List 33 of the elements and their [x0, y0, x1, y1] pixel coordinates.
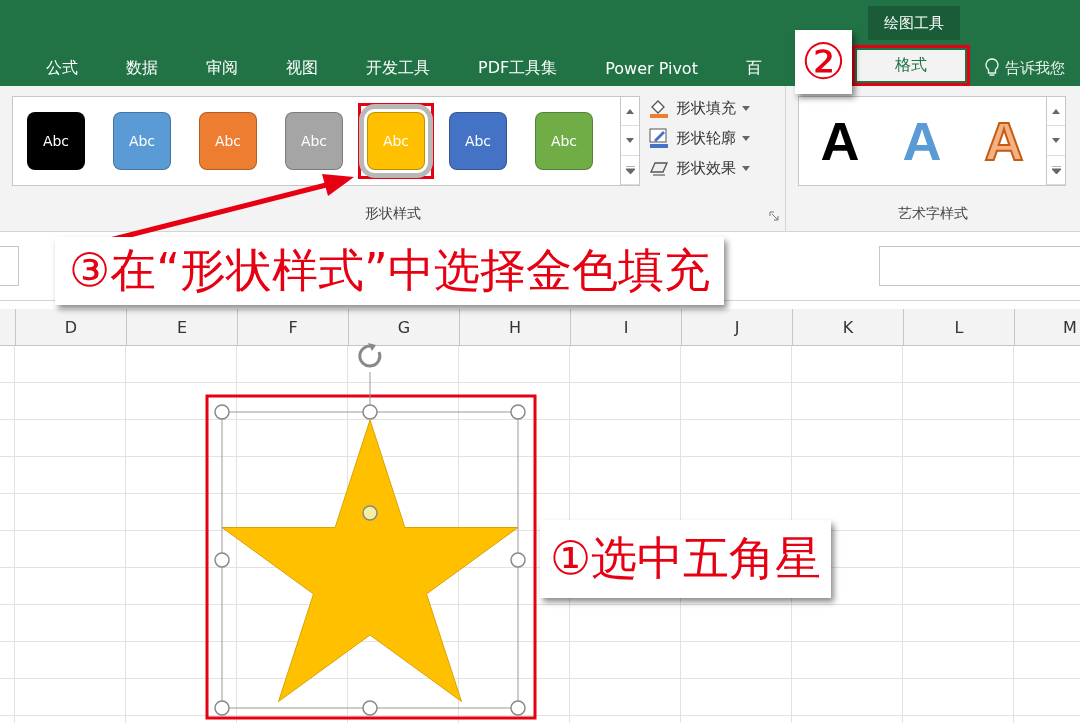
column-header[interactable]: J [682, 309, 793, 345]
ribbon-command[interactable]: 形状填充 [648, 98, 750, 118]
ribbon-tab[interactable]: PDF工具集 [454, 50, 582, 86]
callout-label: ② [795, 30, 852, 94]
column-header[interactable]: K [793, 309, 904, 345]
ribbon-tab[interactable]: Power Pivot [581, 50, 722, 86]
column-header[interactable]: M [1015, 309, 1080, 345]
shape-style-swatch[interactable]: Abc [27, 112, 85, 170]
shape-style-swatch[interactable]: Abc [449, 112, 507, 170]
column-header[interactable]: L [904, 309, 1015, 345]
ribbon-tab[interactable]: 数据 [102, 50, 182, 86]
wordart-sample[interactable]: A [902, 110, 942, 172]
ribbon-tab[interactable]: 公式 [22, 50, 102, 86]
tell-me-field[interactable]: 告诉我您 [1005, 58, 1065, 78]
callout-label: ①选中五角星 [540, 520, 832, 598]
group-label: 形状样式 [364, 205, 421, 221]
ribbon-command[interactable]: 形状轮廓 [648, 128, 750, 148]
shape-style-swatch[interactable]: Abc [113, 112, 171, 170]
column-header[interactable]: I [571, 309, 682, 345]
callout-label: ③在“形状样式”中选择金色填充 [55, 237, 724, 305]
ribbon-tab[interactable]: 百 [721, 50, 786, 86]
ribbon-tab[interactable]: 视图 [262, 50, 342, 86]
wordart-sample[interactable]: A [820, 110, 860, 172]
ribbon-tab[interactable]: 开发工具 [342, 50, 454, 86]
ribbon-tab[interactable]: 审阅 [182, 50, 262, 86]
ribbon-command[interactable]: 形状效果 [648, 158, 750, 178]
column-header[interactable]: H [460, 309, 571, 345]
column-header[interactable]: E [127, 309, 238, 345]
column-header[interactable]: F [238, 309, 349, 345]
group-label: 艺术字样式 [898, 205, 968, 221]
ribbon-tab[interactable]: 格式 [856, 50, 965, 81]
contextual-tab-label: 绘图工具 [868, 6, 960, 40]
column-header[interactable]: D [16, 309, 127, 345]
